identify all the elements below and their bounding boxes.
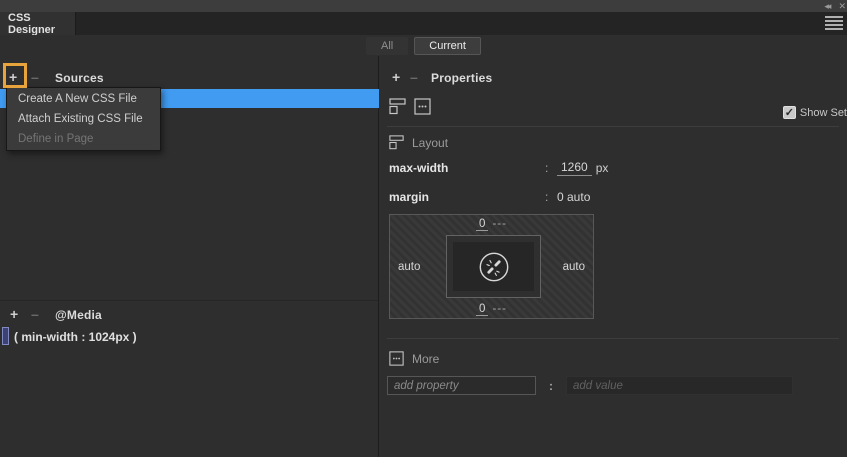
view-toggle-bar: All Current (0, 35, 847, 56)
panel-tab-bar: CSS Designer (0, 12, 847, 35)
max-width-unit[interactable]: px (596, 161, 609, 175)
margin-right-control[interactable]: auto (563, 261, 585, 273)
menu-item-create-new-css-file[interactable]: Create A New CSS File (7, 89, 160, 109)
margin-value[interactable]: 0 auto (557, 190, 590, 204)
remove-media-button[interactable]: – (31, 308, 39, 320)
media-query-row[interactable]: ( min-width : 1024px ) (0, 327, 378, 347)
menu-item-attach-existing-css-file[interactable]: Attach Existing CSS File (7, 109, 160, 129)
media-header: + – @Media (0, 301, 378, 327)
add-declaration-row: : (387, 376, 847, 395)
media-title: @Media (55, 308, 102, 322)
add-property-button[interactable]: + (392, 71, 400, 83)
properties-title: Properties (431, 71, 492, 85)
margin-top-control[interactable]: 0--- (390, 218, 593, 230)
css-designer-panel: ◂◂ ✕ CSS Designer All Current + – Source… (0, 0, 847, 457)
margin-top-dashes: --- (492, 218, 507, 230)
close-icon[interactable]: ✕ (838, 1, 844, 11)
layout-section-icon (389, 135, 404, 150)
all-button[interactable]: All (366, 37, 408, 55)
margin-diagram-content-box (453, 242, 534, 291)
add-source-button[interactable]: + (9, 71, 17, 83)
layout-group-header: Layout (389, 135, 847, 150)
more-category-icon[interactable] (414, 98, 431, 115)
add-media-button[interactable]: + (10, 308, 18, 320)
properties-header: + – Properties (379, 68, 847, 98)
menu-item-define-in-page: Define in Page (7, 129, 160, 149)
add-value-input[interactable] (566, 376, 793, 395)
add-source-context-menu: Create A New CSS File Attach Existing CS… (6, 87, 161, 151)
media-selection-indicator (2, 327, 9, 345)
properties-column: + – Properties (379, 56, 847, 457)
property-name: max-width (389, 161, 545, 175)
margin-bottom-dashes: --- (492, 303, 507, 315)
layout-category-icon[interactable] (389, 98, 406, 115)
sources-title: Sources (55, 71, 104, 85)
max-width-value[interactable]: 1260 (557, 160, 592, 176)
tab-css-designer[interactable]: CSS Designer (0, 12, 76, 35)
show-set-label: Show Set (800, 107, 847, 119)
collapse-panel-icon[interactable]: ◂◂ (824, 1, 829, 11)
property-row-margin: margin : 0 auto (389, 190, 847, 204)
unlink-margins-icon[interactable] (477, 250, 511, 284)
sources-media-column: + – Sources Create A New CSS File Attach… (0, 56, 379, 457)
checkbox-checked-icon: ✓ (783, 106, 796, 119)
panel-top-strip: ◂◂ ✕ (0, 0, 847, 12)
add-property-input[interactable] (387, 376, 536, 395)
separator (387, 338, 839, 339)
more-section-icon (389, 351, 404, 366)
margin-diagram-element-box (446, 235, 541, 298)
remove-source-button[interactable]: – (31, 71, 39, 83)
remove-property-button[interactable]: – (410, 71, 418, 83)
property-name: margin (389, 190, 545, 204)
current-button[interactable]: Current (414, 37, 481, 55)
margin-box-diagram: 0--- auto auto 0--- (389, 214, 594, 319)
margin-left-control[interactable]: auto (398, 261, 420, 273)
margin-bottom-control[interactable]: 0--- (390, 303, 593, 315)
more-group-header: More (389, 351, 847, 366)
media-section: + – @Media ( min-width : 1024px ) (0, 300, 378, 347)
media-query-label: ( min-width : 1024px ) (14, 330, 137, 344)
layout-group-title: Layout (412, 136, 448, 150)
show-set-checkbox[interactable]: ✓ Show Set (783, 106, 847, 119)
tab-title: CSS Designer (8, 12, 75, 36)
separator (387, 126, 839, 127)
more-group-title: More (412, 352, 439, 366)
property-category-bar: ✓ Show Set (379, 98, 847, 126)
property-row-max-width: max-width : 1260 px (389, 160, 847, 176)
panel-options-menu-icon[interactable] (825, 16, 843, 30)
